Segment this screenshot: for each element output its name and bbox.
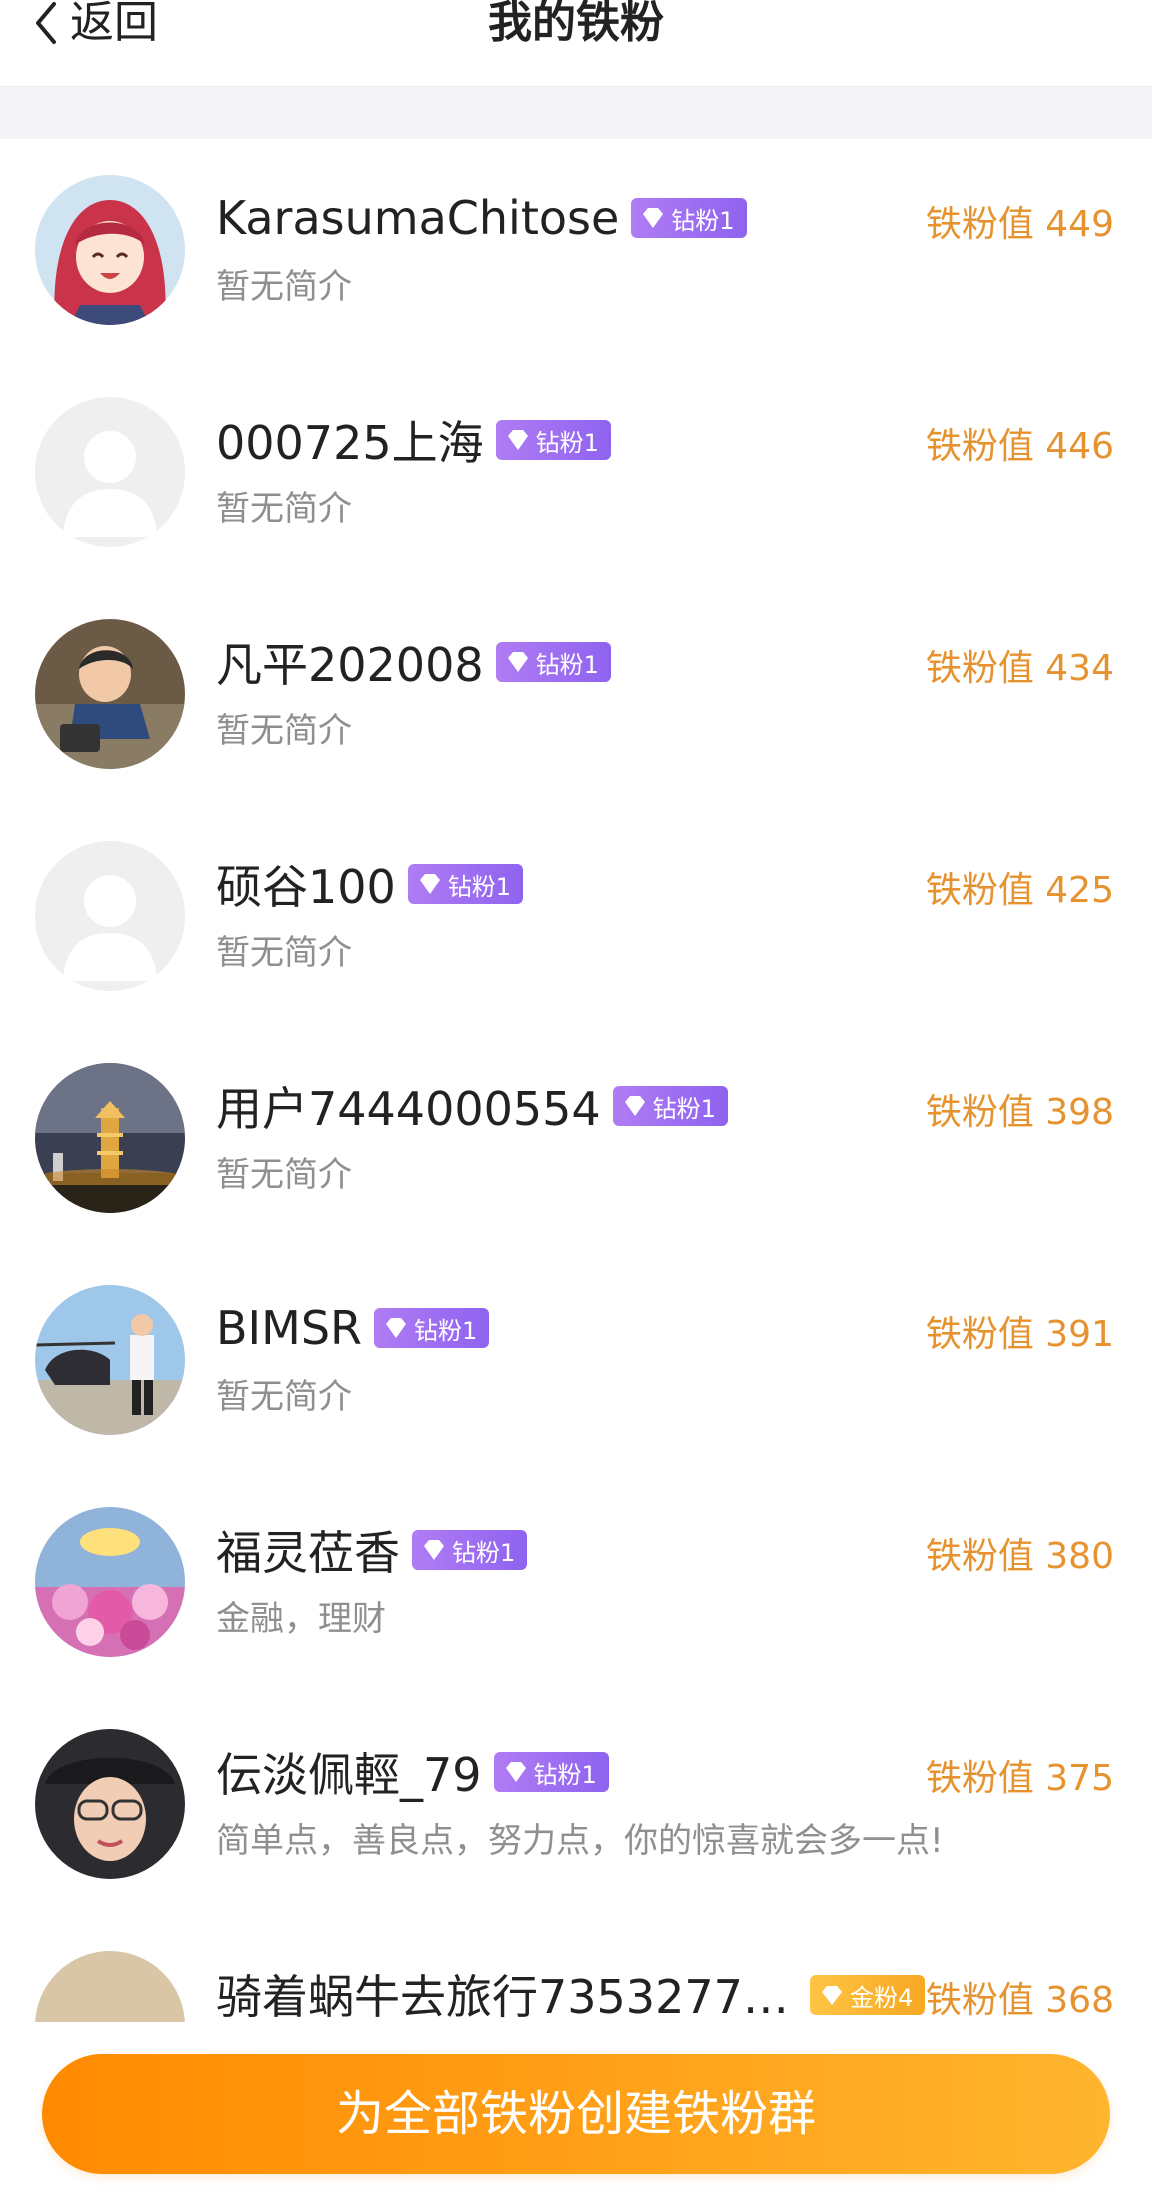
diamond-icon (507, 430, 528, 450)
fan-level-badge: 钻粉1 (407, 864, 524, 904)
list-item[interactable]: BIMSR 钻粉1 暂无简介 铁粉值 391 (0, 1249, 1152, 1471)
child-photo-avatar-image (35, 619, 185, 769)
list-item[interactable]: 000725上海 钻粉1 暂无简介 铁粉值 446 (0, 361, 1152, 583)
woman-hat-avatar-image (35, 1729, 185, 1879)
page-title: 我的铁粉 (488, 0, 664, 48)
fan-bio: 金融，理财 (216, 1599, 386, 1639)
avatar[interactable] (35, 1285, 185, 1435)
fan-name[interactable]: 凡平202008 (216, 629, 484, 695)
fan-level-badge: 钻粉1 (412, 1530, 528, 1570)
fan-score: 铁粉值 375 (925, 1758, 1114, 1799)
avatar[interactable] (35, 1063, 185, 1213)
avatar[interactable] (35, 619, 185, 769)
fan-name[interactable]: 伝淡佩輕_79 (216, 1739, 482, 1805)
gold-gem-icon (822, 1986, 842, 2005)
helicopter-photo-avatar-image (35, 1285, 185, 1435)
fan-score: 铁粉值 449 (925, 204, 1114, 245)
fan-level-badge: 钻粉1 (495, 420, 611, 460)
bottom-action-bar: 为全部铁粉创建铁粉群 (0, 2022, 1152, 2210)
fan-bio: 暂无简介 (216, 1377, 352, 1417)
fan-score: 铁粉值 391 (925, 1314, 1114, 1355)
fan-score: 铁粉值 398 (925, 1092, 1114, 1133)
avatar[interactable] (35, 1729, 185, 1879)
list-item[interactable]: 伝淡佩輕_79 钻粉1 简单点，善良点，努力点，你的惊喜就会多一点! 铁粉值 3… (0, 1693, 1152, 1915)
fan-name[interactable]: 硕谷100 (216, 851, 396, 917)
fan-bio: 暂无简介 (216, 489, 352, 529)
avatar[interactable] (35, 397, 185, 547)
fan-bio: 暂无简介 (216, 933, 352, 973)
list-item[interactable]: 用户7444000554 钻粉1 暂无简介 铁粉值 398 (0, 1027, 1152, 1249)
fan-score: 铁粉值 425 (925, 870, 1114, 911)
list-item[interactable]: 凡平202008 钻粉1 暂无简介 铁粉值 434 (0, 583, 1152, 805)
fan-score: 铁粉值 380 (925, 1536, 1114, 1577)
fan-bio: 简单点，善良点，努力点，你的惊喜就会多一点! (216, 1821, 944, 1861)
section-divider (0, 87, 1152, 139)
fan-bio: 暂无简介 (216, 267, 352, 307)
diamond-icon (419, 874, 440, 894)
fan-level-badge: 钻粉1 (612, 1086, 728, 1126)
fan-name[interactable]: 用户7444000554 (216, 1073, 601, 1139)
fan-name[interactable]: BIMSR (216, 1301, 362, 1355)
diamond-icon (505, 1762, 526, 1782)
diamond-icon (624, 1096, 645, 1116)
list-item[interactable]: 硕谷100 钻粉1 暂无简介 铁粉值 425 (0, 805, 1152, 1027)
flowers-avatar-image (35, 1507, 185, 1657)
diamond-icon (385, 1318, 406, 1338)
fan-level-badge: 钻粉1 (493, 1752, 609, 1792)
diamond-icon (424, 1540, 444, 1560)
fan-name[interactable]: 福灵莅香 (216, 1517, 400, 1583)
fan-level-badge: 钻粉1 (373, 1308, 490, 1348)
fan-name[interactable]: 000725上海 (216, 407, 484, 473)
list-item[interactable]: KarasumaChitose 钻粉1 暂无简介 铁粉值 449 (0, 139, 1152, 361)
avatar[interactable] (35, 175, 185, 325)
diamond-icon (507, 652, 528, 672)
fan-bio: 暂无简介 (216, 711, 352, 751)
diamond-icon (643, 208, 664, 228)
top-nav-bar: 返回 我的铁粉 (0, 0, 1152, 87)
create-fan-group-button[interactable]: 为全部铁粉创建铁粉群 (42, 2054, 1110, 2174)
fan-level-badge: 金粉4 (810, 1975, 926, 2015)
pagoda-night-avatar-image (35, 1063, 185, 1213)
fan-name[interactable]: KarasumaChitose (216, 191, 619, 245)
list-item[interactable]: 福灵莅香 钻粉1 金融，理财 铁粉值 380 (0, 1471, 1152, 1693)
default-avatar-icon (35, 397, 185, 547)
fan-bio: 暂无简介 (216, 1155, 352, 1195)
fan-name[interactable]: 骑着蜗牛去旅行7353277… (216, 1961, 789, 2027)
default-avatar-icon (35, 841, 185, 991)
fan-score: 铁粉值 434 (925, 648, 1114, 689)
fan-level-badge: 钻粉1 (631, 198, 747, 238)
anime-girl-avatar-image (35, 175, 185, 325)
avatar[interactable] (35, 841, 185, 991)
fan-score: 铁粉值 446 (925, 426, 1114, 467)
fan-score: 铁粉值 368 (925, 1980, 1114, 2021)
avatar[interactable] (35, 1507, 185, 1657)
fan-level-badge: 钻粉1 (495, 642, 611, 682)
